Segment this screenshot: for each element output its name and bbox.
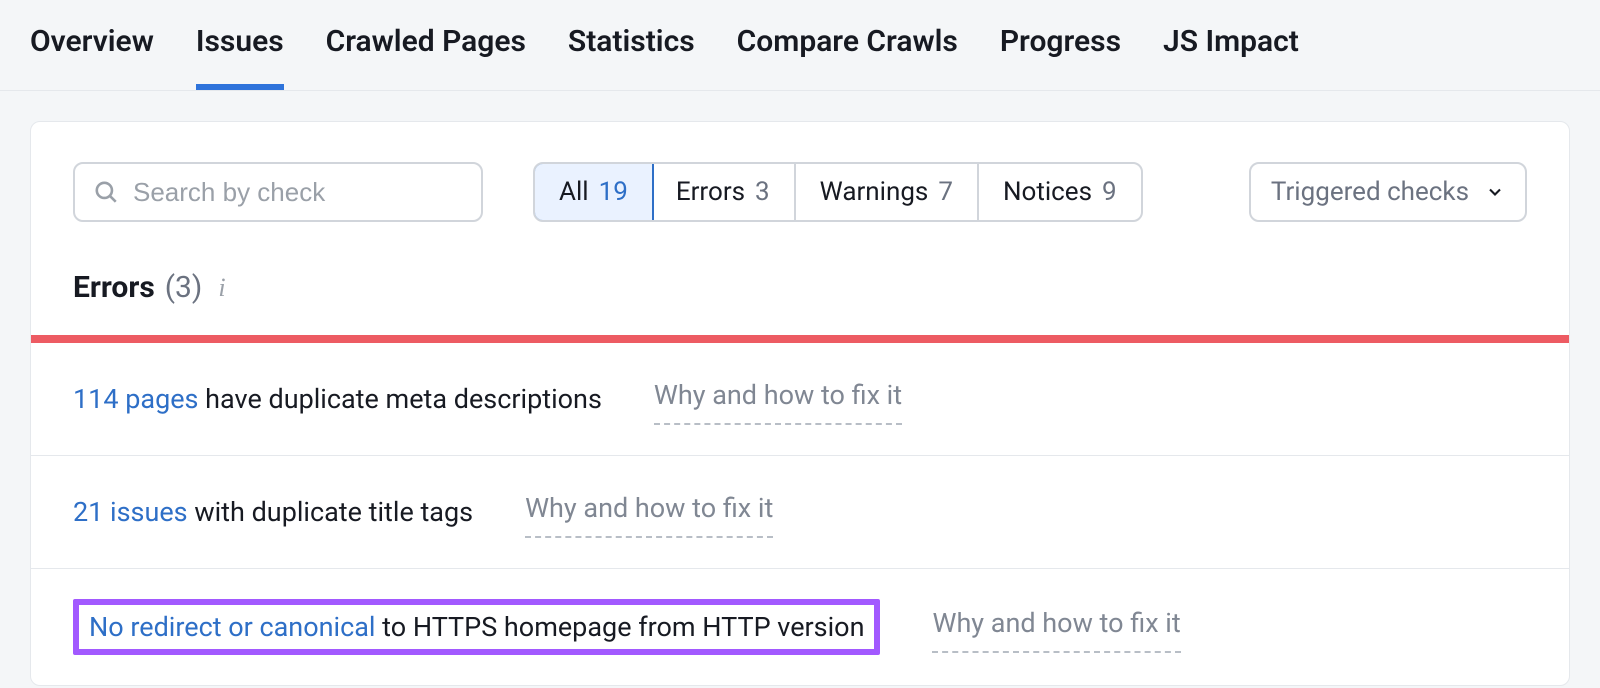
filter-warnings-count: 7: [938, 177, 953, 207]
issue-text: 114 pages have duplicate meta descriptio…: [73, 383, 602, 415]
errors-section-head: Errors (3) i: [31, 252, 1569, 335]
filter-all[interactable]: All 19: [533, 162, 654, 222]
filter-notices-count: 9: [1102, 177, 1117, 207]
info-icon[interactable]: i: [218, 273, 225, 303]
issue-link[interactable]: 114 pages: [73, 383, 198, 415]
issue-row: No redirect or canonical to HTTPS homepa…: [31, 569, 1569, 685]
why-fix-link[interactable]: Why and how to fix it: [654, 373, 902, 425]
issue-rest: to HTTPS homepage from HTTP version: [375, 611, 864, 643]
filter-segmented: All 19 Errors 3 Warnings 7 Notices 9: [533, 162, 1143, 222]
issue-row: 114 pages have duplicate meta descriptio…: [31, 343, 1569, 456]
triggered-checks-dropdown[interactable]: Triggered checks: [1249, 162, 1527, 222]
tab-progress[interactable]: Progress: [1000, 24, 1121, 90]
chevron-down-icon: [1485, 182, 1505, 202]
tab-compare-crawls[interactable]: Compare Crawls: [737, 24, 958, 90]
errors-divider: [31, 335, 1569, 343]
tab-js-impact[interactable]: JS Impact: [1163, 24, 1299, 90]
errors-title: Errors: [73, 270, 155, 305]
filter-errors-count: 3: [755, 177, 770, 207]
why-fix-link[interactable]: Why and how to fix it: [525, 486, 773, 538]
issue-row: 21 issues with duplicate title tags Why …: [31, 456, 1569, 569]
issue-link[interactable]: No redirect or canonical: [89, 611, 375, 643]
search-icon: [93, 179, 119, 205]
highlight-box: No redirect or canonical to HTTPS homepa…: [73, 599, 880, 655]
issue-link[interactable]: 21 issues: [73, 496, 188, 528]
issue-text: 21 issues with duplicate title tags: [73, 496, 473, 528]
filter-warnings[interactable]: Warnings 7: [796, 164, 979, 220]
tab-crawled-pages[interactable]: Crawled Pages: [326, 24, 526, 90]
tab-overview[interactable]: Overview: [30, 24, 154, 90]
filter-all-label: All: [559, 177, 589, 207]
tab-nav: Overview Issues Crawled Pages Statistics…: [0, 0, 1600, 91]
issue-rest: with duplicate title tags: [188, 496, 473, 528]
errors-count: (3): [165, 270, 203, 305]
tab-statistics[interactable]: Statistics: [568, 24, 695, 90]
filter-notices-label: Notices: [1003, 177, 1092, 207]
filter-warnings-label: Warnings: [820, 177, 929, 207]
filter-all-count: 19: [599, 177, 628, 207]
filter-errors-label: Errors: [676, 177, 745, 207]
filter-errors[interactable]: Errors 3: [652, 164, 796, 220]
search-field[interactable]: [73, 162, 483, 222]
issues-panel: All 19 Errors 3 Warnings 7 Notices 9 Tri…: [30, 121, 1570, 686]
issue-rest: have duplicate meta descriptions: [198, 383, 601, 415]
triggered-checks-label: Triggered checks: [1271, 177, 1469, 207]
tab-issues[interactable]: Issues: [196, 24, 284, 90]
issue-text: No redirect or canonical to HTTPS homepa…: [89, 611, 864, 643]
search-input[interactable]: [133, 177, 463, 208]
toolbar: All 19 Errors 3 Warnings 7 Notices 9 Tri…: [31, 122, 1569, 252]
why-fix-link[interactable]: Why and how to fix it: [932, 601, 1180, 653]
filter-notices[interactable]: Notices 9: [979, 164, 1141, 220]
